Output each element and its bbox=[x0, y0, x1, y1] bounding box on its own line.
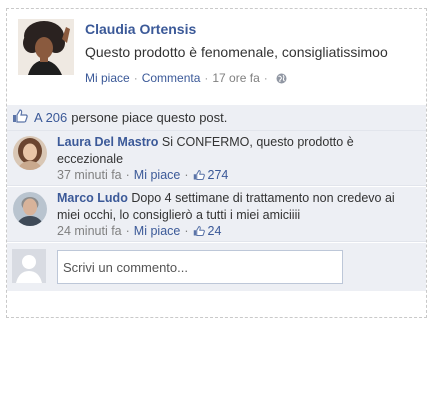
comment-meta: 37 minuti fa · Mi piace · 274 bbox=[57, 167, 417, 184]
separator-dot: · bbox=[133, 71, 138, 85]
comment-body: Marco Ludo Dopo 4 settimane di trattamen… bbox=[57, 190, 417, 240]
comment-like-count[interactable]: 274 bbox=[208, 167, 229, 184]
comment-time[interactable]: 24 minuti fa bbox=[57, 223, 122, 240]
post-actions: Mi piace · Commenta · 17 ore fa · bbox=[85, 71, 287, 85]
commenter-name[interactable]: Marco Ludo bbox=[57, 191, 128, 205]
likes-summary: A 206 persone piace questo post. bbox=[7, 105, 426, 131]
thumbs-up-icon bbox=[193, 225, 205, 237]
comment-item: Marco Ludo Dopo 4 settimane di trattamen… bbox=[7, 187, 426, 242]
post-card: Claudia Ortensis Questo prodotto è fenom… bbox=[6, 8, 427, 318]
comment-like-count[interactable]: 24 bbox=[208, 223, 222, 240]
comment-meta: 24 minuti fa · Mi piace · 24 bbox=[57, 223, 417, 240]
separator-dot: · bbox=[184, 224, 189, 238]
comment-input[interactable] bbox=[57, 250, 343, 284]
thumbs-up-icon bbox=[193, 169, 205, 181]
post-comment-link[interactable]: Commenta bbox=[142, 71, 201, 85]
post-author-name[interactable]: Claudia Ortensis bbox=[85, 21, 196, 37]
separator-dot: · bbox=[204, 71, 209, 85]
post-time[interactable]: 17 ore fa bbox=[212, 71, 259, 85]
commenter-avatar[interactable] bbox=[13, 192, 47, 226]
likes-text: persone piace questo post. bbox=[71, 110, 228, 125]
write-comment-row bbox=[7, 243, 426, 291]
likes-count-link[interactable]: A 206 bbox=[34, 110, 67, 125]
commenter-name[interactable]: Laura Del Mastro bbox=[57, 135, 158, 149]
comment-body: Laura Del Mastro Si CONFERMO, questo pro… bbox=[57, 134, 417, 184]
user-avatar-placeholder bbox=[12, 249, 46, 283]
globe-icon[interactable] bbox=[276, 73, 287, 84]
separator-dot: · bbox=[125, 224, 130, 238]
commenter-avatar[interactable] bbox=[13, 136, 47, 170]
separator-dot: · bbox=[184, 168, 189, 182]
thumbs-up-icon bbox=[12, 109, 28, 126]
separator-dot: · bbox=[125, 168, 130, 182]
post-text: Questo prodotto è fenomenale, consigliat… bbox=[85, 44, 388, 60]
comment-like-link[interactable]: Mi piace bbox=[134, 167, 181, 184]
post-like-link[interactable]: Mi piace bbox=[85, 71, 130, 85]
comment-item: Laura Del Mastro Si CONFERMO, questo pro… bbox=[7, 131, 426, 186]
comment-time[interactable]: 37 minuti fa bbox=[57, 167, 122, 184]
author-avatar[interactable] bbox=[18, 19, 74, 75]
comment-like-link[interactable]: Mi piace bbox=[134, 223, 181, 240]
post-header: Claudia Ortensis Questo prodotto è fenom… bbox=[18, 19, 418, 99]
separator-dot: · bbox=[263, 71, 268, 85]
